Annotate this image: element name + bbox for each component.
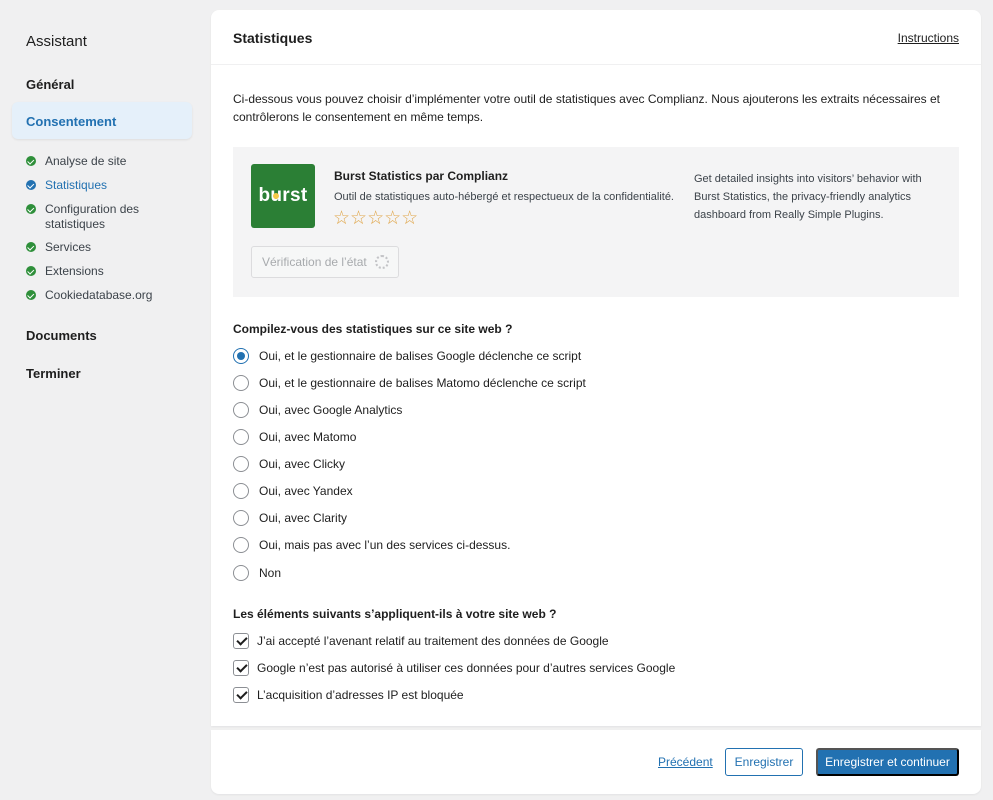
radio-option-matomo-tag-manager[interactable]: Oui, et le gestionnaire de balises Matom…: [233, 374, 586, 392]
wizard-sidebar: Assistant Général Consentement Analyse d…: [0, 0, 205, 800]
wizard-footer: Précédent Enregistrer Enregistrer et con…: [211, 730, 981, 794]
divider: [211, 64, 981, 65]
radio-button[interactable]: [233, 456, 249, 472]
status-check-button[interactable]: Vérification de l’état: [251, 246, 399, 278]
radio-label: Oui, avec Clicky: [259, 457, 346, 471]
radio-option-clarity[interactable]: Oui, avec Clarity: [233, 509, 347, 527]
question-applicable-label: Les éléments suivants s’appliquent-ils à…: [233, 607, 557, 621]
burst-promo-box: b u rst Burst Statistics par Complianz Out…: [233, 147, 959, 297]
sidebar-subitem-label: Cookiedatabase.org: [45, 288, 153, 302]
check-circle-icon: [26, 180, 36, 190]
question-statistics-label: Compilez-vous des statistiques sur ce si…: [233, 322, 513, 336]
radio-label: Oui, mais pas avec l’un des services ci-…: [259, 538, 511, 552]
radio-option-google-analytics[interactable]: Oui, avec Google Analytics: [233, 401, 402, 419]
save-and-continue-button[interactable]: Enregistrer et continuer: [816, 748, 959, 776]
plugin-name: Burst Statistics par Complianz: [334, 169, 509, 183]
spinner-icon: [375, 255, 389, 269]
radio-button[interactable]: [233, 483, 249, 499]
radio-button[interactable]: [233, 348, 249, 364]
radio-option-no[interactable]: Non: [233, 564, 281, 582]
radio-button[interactable]: [233, 510, 249, 526]
sidebar-subitem-label: Statistiques: [45, 178, 108, 192]
sidebar-subitem-site-scan[interactable]: Analyse de site: [26, 154, 126, 169]
sidebar-subitem-extensions[interactable]: Extensions: [26, 264, 104, 279]
checkbox-label: J’ai accepté l’avenant relatif au traite…: [257, 634, 609, 648]
sidebar-item-consent[interactable]: Consentement: [12, 102, 192, 139]
sidebar-subitem-label: Analyse de site: [45, 154, 127, 168]
radio-button[interactable]: [233, 402, 249, 418]
checkbox[interactable]: [233, 687, 249, 703]
sidebar-item-general[interactable]: Général: [26, 77, 74, 92]
radio-label: Oui, avec Yandex: [259, 484, 353, 498]
radio-label: Oui, avec Matomo: [259, 430, 357, 444]
sidebar-subitem-label: Configuration des statistiques: [45, 202, 140, 231]
checkbox-option-data-processing[interactable]: J’ai accepté l’avenant relatif au traite…: [233, 632, 609, 650]
radio-label: Oui, avec Clarity: [259, 511, 348, 525]
plugin-promo-text: Get detailed insights into visitors’ beh…: [694, 173, 922, 221]
statistics-card: Statistiques Instructions Ci-dessous vou…: [211, 10, 981, 726]
sidebar-subitem-statistics[interactable]: Statistiques: [26, 178, 107, 193]
radio-label: Oui, avec Google Analytics: [259, 403, 403, 417]
radio-option-matomo[interactable]: Oui, avec Matomo: [233, 428, 356, 446]
sidebar-subitem-services[interactable]: Services: [26, 240, 91, 255]
radio-option-gtm[interactable]: Oui, et le gestionnaire de balises Googl…: [233, 347, 581, 365]
checkbox[interactable]: [233, 633, 249, 649]
burst-logo: b u rst: [251, 164, 315, 228]
radio-label: Oui, et le gestionnaire de balises Googl…: [259, 349, 582, 363]
check-circle-icon: [26, 290, 36, 300]
instructions-link[interactable]: Instructions: [898, 31, 959, 45]
save-button[interactable]: Enregistrer: [725, 748, 803, 776]
radio-option-yandex[interactable]: Oui, avec Yandex: [233, 482, 353, 500]
radio-button[interactable]: [233, 375, 249, 391]
radio-option-other[interactable]: Oui, mais pas avec l’un des services ci-…: [233, 536, 510, 554]
sidebar-subitem-label: Services: [45, 240, 92, 254]
check-circle-icon: [26, 204, 36, 214]
radio-button[interactable]: [233, 429, 249, 445]
radio-label: Oui, et le gestionnaire de balises Matom…: [259, 376, 586, 390]
check-circle-icon: [26, 266, 36, 276]
sidebar-title: Assistant: [26, 33, 87, 50]
radio-option-clicky[interactable]: Oui, avec Clicky: [233, 455, 345, 473]
sidebar-subitem-statistics-config[interactable]: Configuration des statistiques: [26, 202, 176, 232]
plugin-description: Outil de statistiques auto-hébergé et re…: [334, 191, 674, 203]
star-rating-icon: ☆☆☆☆☆: [333, 208, 419, 229]
sidebar-subitem-label: Extensions: [45, 264, 104, 278]
previous-link[interactable]: Précédent: [658, 755, 713, 769]
sidebar-subitem-cookiedatabase[interactable]: Cookiedatabase.org: [26, 288, 152, 303]
check-circle-icon: [26, 242, 36, 252]
intro-text: Ci-dessous vous pouvez choisir d’impléme…: [233, 92, 940, 124]
radio-button[interactable]: [233, 537, 249, 553]
checkbox-option-ip-anonymization[interactable]: L’acquisition d’adresses IP est bloquée: [233, 686, 464, 704]
radio-button[interactable]: [233, 565, 249, 581]
sidebar-item-label: Consentement: [26, 114, 117, 129]
page-title: Statistiques: [233, 30, 313, 46]
radio-label: Non: [259, 566, 282, 580]
check-circle-icon: [26, 156, 36, 166]
checkbox-label: L’acquisition d’adresses IP est bloquée: [257, 688, 464, 702]
sidebar-item-documents[interactable]: Documents: [26, 328, 97, 343]
checkbox-label: Google n’est pas autorisé à utiliser ces…: [257, 661, 676, 675]
sidebar-item-finish[interactable]: Terminer: [26, 366, 81, 381]
checkbox[interactable]: [233, 660, 249, 676]
checkbox-option-google-sharing[interactable]: Google n’est pas autorisé à utiliser ces…: [233, 659, 675, 677]
status-check-label: Vérification de l’état: [262, 255, 367, 269]
